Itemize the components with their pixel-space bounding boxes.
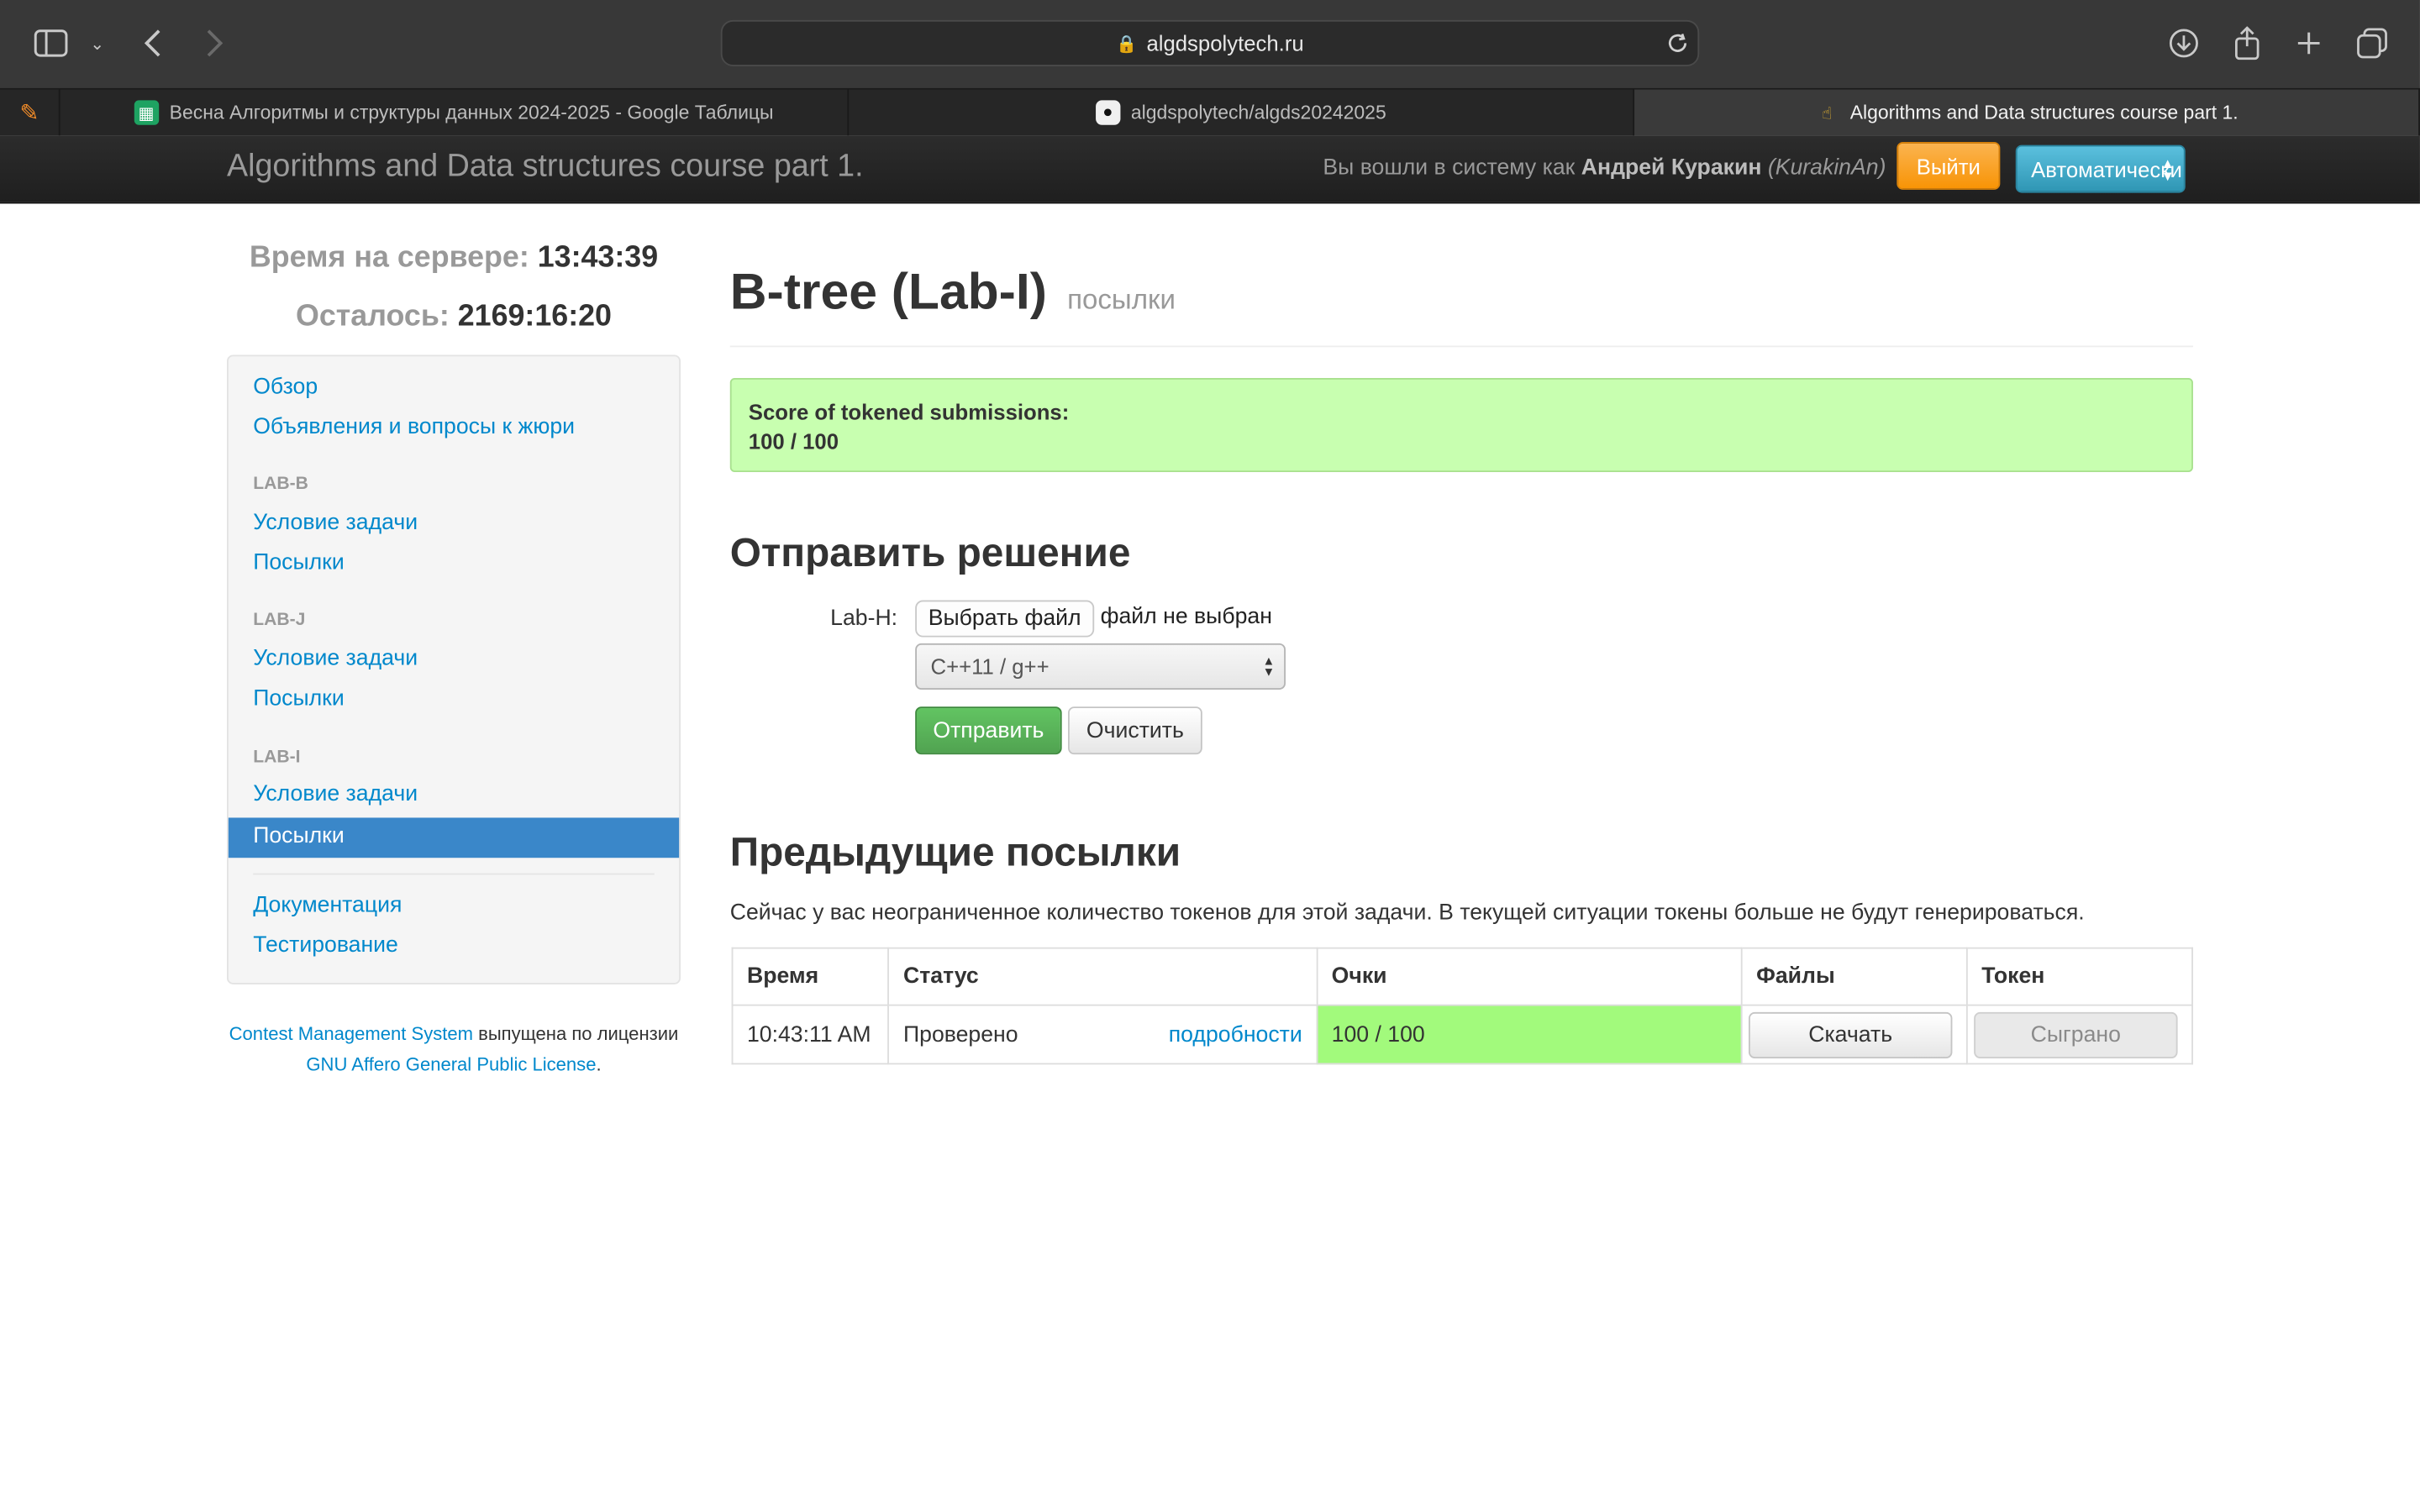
- tab-strip: ✎ ▦ Весна Алгоритмы и структуры данных 2…: [0, 87, 2420, 136]
- back-icon[interactable]: [136, 24, 170, 61]
- license-link[interactable]: GNU Affero General Public License: [306, 1053, 596, 1075]
- table-header-row: Время Статус Очки Файлы Токен: [731, 947, 2193, 1006]
- file-field-label: Lab-H:: [830, 606, 898, 632]
- sidebar-item-label: Посылки: [253, 823, 345, 849]
- sidebar-nav: Обзор Объявления и вопросы к жюри LAB-B …: [226, 354, 681, 984]
- sidebar-item-lab-b-submissions[interactable]: Посылки: [253, 551, 344, 575]
- download-button[interactable]: Скачать: [1748, 1011, 1953, 1058]
- download-icon[interactable]: [2165, 24, 2202, 61]
- address-bar[interactable]: 🔒 algdspolytech.ru: [720, 19, 1700, 66]
- sidebar-item-lab-i-statement[interactable]: Условие задачи: [253, 782, 418, 806]
- previous-submissions-heading: Предыдущие посылки: [729, 828, 1181, 875]
- sidebar-item-testing[interactable]: Тестирование: [253, 933, 398, 958]
- address-text: algdspolytech.ru: [1146, 30, 1304, 56]
- time-left-label: Осталось:: [295, 299, 450, 333]
- submission-files: Скачать: [1740, 1004, 1968, 1065]
- sidebar-item-announcements[interactable]: Объявления и вопросы к жюри: [253, 415, 575, 439]
- server-time-value: 13:43:39: [537, 240, 659, 275]
- share-icon[interactable]: [2230, 24, 2264, 64]
- column-header-token: Токен: [1965, 947, 2193, 1006]
- column-header-files: Файлы: [1740, 947, 1968, 1006]
- submission-token: Сыграно: [1965, 1004, 2193, 1065]
- title-divider: [729, 345, 2193, 348]
- column-header-time: Время: [731, 947, 890, 1006]
- sidebar-item-lab-b-statement[interactable]: Условие задачи: [253, 511, 418, 535]
- sidebar-item-lab-j-submissions[interactable]: Посылки: [253, 686, 344, 711]
- server-time-label: Время на сервере:: [249, 240, 529, 275]
- tokened-score-box: Score of tokened submissions: 100 / 100: [729, 377, 2193, 473]
- score-label: Score of tokened submissions:: [748, 399, 1070, 425]
- sidebar-item-documentation[interactable]: Документация: [253, 893, 402, 917]
- pinned-site-icon: ✎: [19, 100, 39, 127]
- column-header-score: Очки: [1316, 947, 1743, 1006]
- submit-button[interactable]: Отправить: [915, 706, 1062, 755]
- user-name: Андрей Куракин: [1581, 155, 1762, 181]
- tab-title: Algorithms and Data structures course pa…: [1849, 102, 2238, 123]
- status-text: Проверено: [902, 1021, 1018, 1047]
- tab-cms[interactable]: ☝ Algorithms and Data structures course …: [1634, 89, 2420, 136]
- task-title: B-tree (Lab-I): [729, 262, 1047, 320]
- license-end: .: [596, 1053, 602, 1076]
- user-login: (KurakinAn): [1767, 155, 1886, 181]
- language-select[interactable]: Автоматически ▲ ▼: [2015, 144, 2186, 193]
- submissions-table: Время Статус Очки Файлы Токен 10:43:11 A…: [731, 947, 2193, 1065]
- logout-button[interactable]: Выйти: [1897, 141, 2001, 190]
- chevron-down-icon[interactable]: ⌄: [83, 28, 111, 59]
- sidebar-divider: [253, 873, 655, 875]
- tab-title: algdspolytech/algds20242025: [1130, 102, 1386, 123]
- tab-google-sheets[interactable]: ▦ Весна Алгоритмы и структуры данных 202…: [60, 89, 850, 136]
- submission-time: 10:43:11 AM: [731, 1004, 890, 1065]
- login-info: Вы вошли в систему как Андрей Куракин (K…: [1323, 156, 1886, 181]
- time-left-value: 2169:16:20: [457, 299, 612, 333]
- cms-icon: ☝: [1821, 103, 1833, 123]
- table-row: 10:43:11 AM Проверено подробности 100 / …: [731, 1004, 2193, 1065]
- language-dropdown[interactable]: C++11 / g++ ▲ ▼: [915, 643, 1286, 690]
- sidebar-item-lab-j-statement[interactable]: Условие задачи: [253, 647, 418, 671]
- pinned-tab[interactable]: ✎: [0, 89, 60, 136]
- license-text: выпущена по лицензии: [478, 1022, 679, 1045]
- language-select-value: Автоматически: [2031, 156, 2182, 181]
- token-note: Сейчас у вас неограниченное количество т…: [729, 900, 2085, 927]
- forward-icon[interactable]: [197, 24, 231, 61]
- clear-button[interactable]: Очистить: [1067, 706, 1202, 755]
- browser-toolbar: ⌄ 🔒 algdspolytech.ru: [0, 0, 2420, 88]
- select-arrows-icon: ▲ ▼: [2160, 155, 2175, 184]
- new-tab-icon[interactable]: [2291, 24, 2325, 61]
- page-title: B-tree (Lab-I) посылки: [730, 262, 1176, 321]
- submission-status: Проверено подробности: [887, 1004, 1318, 1065]
- choose-file-button[interactable]: Выбрать файл: [915, 600, 1095, 638]
- token-played-button: Сыграно: [1974, 1011, 2178, 1058]
- score-value: 100 / 100: [748, 428, 839, 454]
- time-left: Осталось: 2169:16:20: [227, 299, 681, 334]
- github-icon: ●: [1095, 100, 1121, 125]
- submit-heading: Отправить решение: [729, 528, 1131, 576]
- sidebar-toggle-icon[interactable]: [31, 24, 71, 61]
- license-note: Contest Management System выпущена по ли…: [227, 1018, 681, 1079]
- cms-link[interactable]: Contest Management System: [229, 1023, 473, 1045]
- submission-score: 100 / 100: [1316, 1004, 1743, 1065]
- sidebar-section-lab-i: LAB-I: [253, 748, 301, 767]
- select-arrows-icon: ▲ ▼: [1262, 654, 1276, 680]
- column-header-status: Статус: [887, 947, 1318, 1006]
- no-file-text: файл не выбран: [1100, 604, 1272, 630]
- site-brand[interactable]: Algorithms and Data structures course pa…: [227, 148, 864, 185]
- lock-icon: 🔒: [1116, 34, 1138, 54]
- details-link[interactable]: подробности: [1169, 1022, 1302, 1047]
- sidebar-item-lab-i-submissions[interactable]: Посылки: [228, 817, 680, 858]
- page-subtitle: посылки: [1067, 283, 1176, 315]
- tab-github[interactable]: ● algdspolytech/algds20242025: [849, 89, 1635, 136]
- sidebar-item-overview[interactable]: Обзор: [253, 375, 318, 399]
- login-prefix: Вы вошли в систему как: [1323, 155, 1576, 181]
- sidebar-section-lab-j: LAB-J: [253, 611, 306, 630]
- reload-icon[interactable]: [1664, 29, 1691, 57]
- server-time: Время на сервере: 13:43:39: [227, 241, 681, 276]
- tab-title: Весна Алгоритмы и структуры данных 2024-…: [169, 102, 774, 123]
- sidebar-section-lab-b: LAB-B: [253, 475, 308, 494]
- google-sheets-icon: ▦: [134, 100, 159, 125]
- language-dropdown-value: C++11 / g++: [930, 654, 1050, 680]
- tab-overview-icon[interactable]: [2354, 24, 2391, 61]
